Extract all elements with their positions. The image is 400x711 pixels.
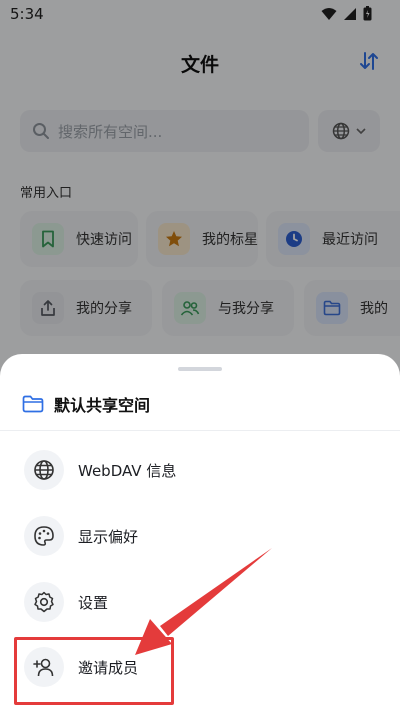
annotation-highlight-box (14, 637, 174, 705)
menu-label: 显示偏好 (78, 527, 139, 546)
menu-item-webdav[interactable]: WebDAV 信息 (24, 447, 376, 493)
globe-icon (24, 450, 64, 490)
sheet-header: 默认共享空间 (22, 392, 150, 416)
menu-item-display-preferences[interactable]: 显示偏好 (24, 513, 376, 559)
divider (0, 430, 400, 431)
menu-label: 设置 (78, 593, 109, 612)
drag-handle[interactable] (178, 367, 222, 371)
folder-icon (22, 395, 44, 413)
gear-icon (24, 582, 64, 622)
palette-icon (24, 516, 64, 556)
menu-label: WebDAV 信息 (78, 461, 177, 480)
menu-item-settings[interactable]: 设置 (24, 579, 376, 625)
sheet-title: 默认共享空间 (54, 396, 151, 415)
